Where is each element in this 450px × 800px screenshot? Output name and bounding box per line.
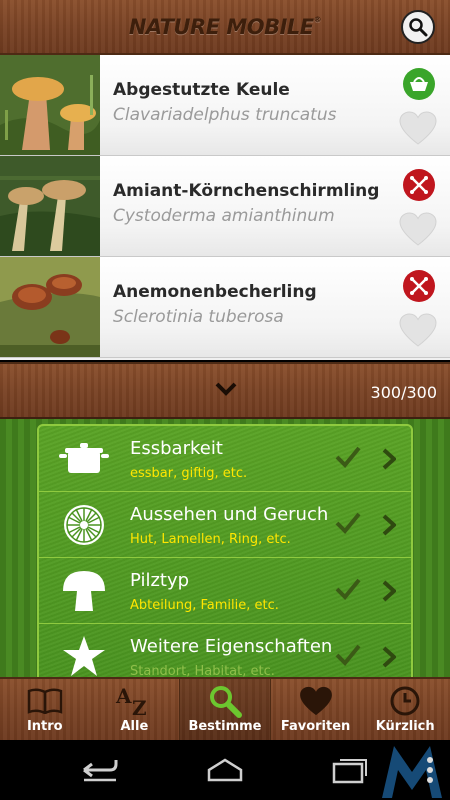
filter-item-weitere[interactable]: Weitere Eigenschaften Standort, Habitat,… [39,624,411,677]
species-latin-name: Clavariadelphus truncatus [113,105,337,125]
tab-intro[interactable]: Intro [0,679,90,740]
tab-alle[interactable]: AZ Alle [90,679,180,740]
species-latin-name: Cystoderma amianthinum [113,206,335,226]
app-logo: NATURE MOBILE® [128,14,322,39]
not-edible-icon [403,169,435,201]
result-count: 300/300 [370,383,437,402]
tab-label: Kürzlich [375,719,435,734]
list-item[interactable]: Amiant-Körnchenschirmling Cystoderma ami… [0,156,450,257]
search-button[interactable] [401,10,435,44]
filter-title: Pilztyp [130,570,190,591]
favorite-heart-icon[interactable] [399,212,437,246]
species-photo [0,156,100,256]
tab-bestimme[interactable]: Bestimme [179,679,271,740]
species-photo [0,55,100,155]
filter-title: Essbarkeit [130,438,223,459]
checkmark-icon [335,446,361,468]
gills-icon [59,505,109,545]
species-latin-name: Sclerotinia tuberosa [113,307,284,327]
app-header: NATURE MOBILE® [0,0,450,55]
watermark-logo [382,746,442,798]
magnifier-icon [208,683,242,719]
tab-label: Favoriten [280,719,351,734]
favorite-heart-icon[interactable] [399,111,437,145]
svg-text:Z: Z [132,696,147,717]
favorite-heart-icon[interactable] [399,313,437,347]
filter-subtitle: Standort, Habitat, etc. [130,664,275,677]
edible-basket-icon [403,68,435,100]
list-item[interactable]: Abgestutzte Keule Clavariadelphus trunca… [0,55,450,156]
tab-label: Alle [120,719,149,734]
chevron-right-icon [382,448,396,470]
filter-title: Aussehen und Geruch [130,504,329,525]
system-nav-bar [0,740,450,800]
collapse-chevron-icon[interactable] [215,381,237,397]
recent-apps-icon[interactable] [330,756,370,784]
pot-icon [59,439,109,479]
filter-subtitle: Hut, Lamellen, Ring, etc. [130,532,291,547]
filter-panel: Essbarkeit essbar, giftig, etc. Aussehen… [37,424,413,677]
checkmark-icon [335,578,361,600]
chevron-right-icon [382,646,396,668]
book-icon [27,683,63,719]
list-item[interactable]: Anemonenbecherling Sclerotinia tuberosa [0,257,450,358]
heart-icon [299,683,333,719]
checkmark-icon [335,644,361,666]
az-icon: AZ [114,683,154,719]
home-icon[interactable] [205,756,245,784]
tab-label: Intro [26,719,63,734]
species-list: Abgestutzte Keule Clavariadelphus trunca… [0,55,450,360]
filter-item-aussehen[interactable]: Aussehen und Geruch Hut, Lamellen, Ring,… [39,492,411,558]
filter-subtitle: essbar, giftig, etc. [130,466,248,481]
filter-title: Weitere Eigenschaften [130,636,333,657]
mushroom-icon [59,571,109,611]
tab-kuerzlich[interactable]: Kürzlich [360,679,450,740]
bottom-tab-bar: Intro AZ Alle Bestimme Favoriten Kürzlic… [0,677,450,740]
species-photo [0,257,100,357]
chevron-right-icon [382,580,396,602]
search-icon [409,18,428,37]
filter-subtitle: Abteilung, Familie, etc. [130,598,279,613]
star-icon [59,636,109,677]
species-name: Anemonenbecherling [113,282,317,302]
clock-icon [389,683,421,719]
species-name: Abgestutzte Keule [113,80,290,100]
result-bar: 300/300 [0,362,450,419]
filter-item-essbarkeit[interactable]: Essbarkeit essbar, giftig, etc. [39,426,411,492]
not-edible-icon [403,270,435,302]
back-icon[interactable] [80,756,120,784]
tab-label: Bestimme [188,719,262,734]
tab-favoriten[interactable]: Favoriten [271,679,361,740]
filter-area: Essbarkeit essbar, giftig, etc. Aussehen… [0,419,450,677]
svg-text:A: A [115,685,132,708]
checkmark-icon [335,512,361,534]
species-name: Amiant-Körnchenschirmling [113,181,380,201]
filter-item-pilztyp[interactable]: Pilztyp Abteilung, Familie, etc. [39,558,411,624]
chevron-right-icon [382,514,396,536]
